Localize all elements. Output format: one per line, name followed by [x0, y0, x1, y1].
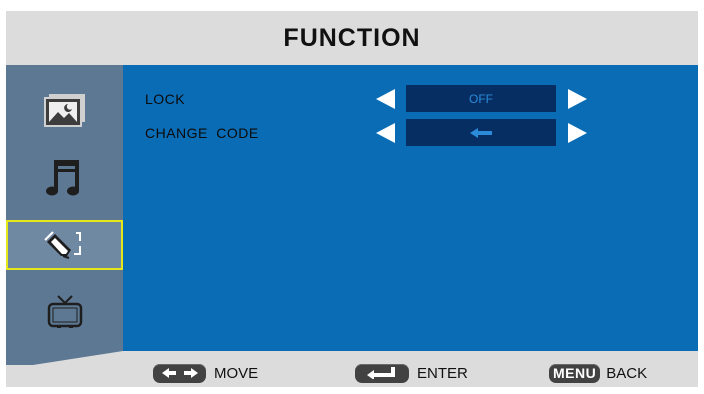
- change-code-decrease-arrow[interactable]: [376, 123, 395, 143]
- move-hint: MOVE: [153, 362, 258, 384]
- left-arrow-icon: [470, 127, 492, 138]
- back-label: BACK: [606, 364, 648, 382]
- lock-increase-arrow[interactable]: [568, 89, 587, 109]
- menu-key: MENU: [549, 363, 601, 383]
- enter-hint: ENTER: [355, 362, 468, 384]
- change-code-value[interactable]: [406, 119, 556, 146]
- sidebar-item-function[interactable]: [6, 220, 123, 270]
- setting-row-lock: LOCK OFF: [123, 85, 698, 113]
- enter-label: ENTER: [417, 364, 468, 382]
- move-key: [153, 363, 206, 383]
- enter-key-icon: [367, 367, 395, 379]
- sidebar-item-sound[interactable]: [6, 152, 123, 202]
- lock-decrease-arrow[interactable]: [376, 89, 395, 109]
- picture-icon: [43, 94, 85, 127]
- osd-menu: FUNCTION LOCK OFF CHANGE CODE MOVE ENTER…: [6, 11, 698, 387]
- sidebar: [6, 65, 123, 365]
- settings-panel: LOCK OFF CHANGE CODE: [123, 65, 698, 351]
- setting-row-change-code: CHANGE CODE: [123, 119, 698, 147]
- change-code-increase-arrow[interactable]: [568, 123, 587, 143]
- footer-hints: MOVE ENTER MENU BACK: [6, 353, 698, 387]
- lock-value[interactable]: OFF: [406, 85, 556, 112]
- back-hint: MENU BACK: [549, 362, 647, 384]
- left-right-arrows-icon: [161, 368, 198, 378]
- lock-label: LOCK: [145, 91, 186, 107]
- page-title: FUNCTION: [283, 23, 421, 52]
- title-bar: FUNCTION: [6, 11, 698, 65]
- sidebar-item-picture[interactable]: [6, 85, 123, 135]
- music-note-icon: [45, 160, 79, 196]
- sidebar-item-tv[interactable]: [6, 287, 123, 337]
- change-code-label: CHANGE CODE: [145, 125, 259, 141]
- function-tools-icon: [43, 231, 81, 259]
- move-label: MOVE: [214, 364, 259, 382]
- enter-key: [355, 363, 409, 383]
- tv-icon: [47, 295, 82, 328]
